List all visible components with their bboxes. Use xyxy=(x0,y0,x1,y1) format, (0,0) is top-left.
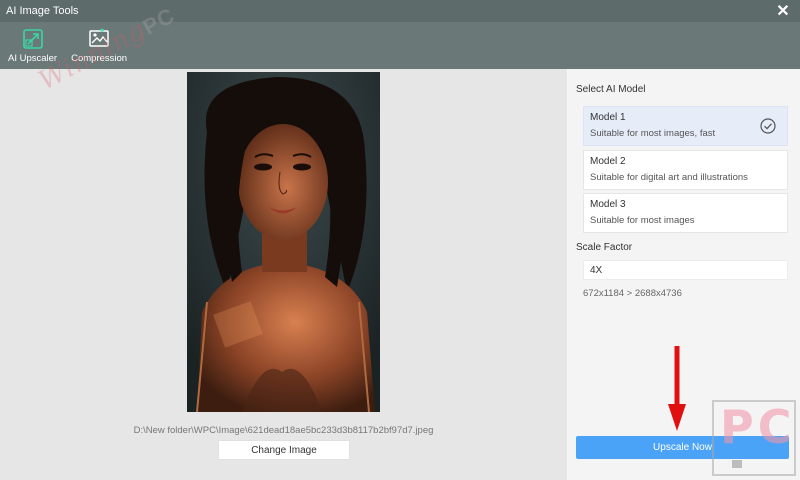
compression-icon xyxy=(89,28,109,47)
window-title: AI Image Tools xyxy=(6,5,79,17)
logo-base xyxy=(732,460,742,468)
tool-compression[interactable]: Compression xyxy=(71,28,127,69)
model-name: Model 3 xyxy=(590,199,626,210)
model-section-title: Select AI Model xyxy=(576,84,646,95)
model-option-1[interactable]: Model 1 Suitable for most images, fast xyxy=(583,106,788,146)
check-circle-icon xyxy=(760,118,776,134)
preview-image xyxy=(187,72,380,412)
title-bar: AI Image Tools ✕ xyxy=(0,0,800,22)
scale-section-title: Scale Factor xyxy=(576,242,633,253)
model-option-2[interactable]: Model 2 Suitable for digital art and ill… xyxy=(583,150,788,190)
tool-label: Compression xyxy=(71,53,128,64)
close-icon[interactable]: ✕ xyxy=(776,3,790,20)
logo-text: PC xyxy=(720,400,796,454)
tool-label: AI Upscaler xyxy=(8,53,58,64)
model-desc: Suitable for most images xyxy=(590,215,695,226)
model-desc: Suitable for most images, fast xyxy=(590,128,716,139)
model-name: Model 1 xyxy=(590,112,626,123)
upscaler-icon xyxy=(22,29,43,49)
logo: PC xyxy=(712,400,796,476)
change-image-button[interactable]: Change Image xyxy=(218,440,350,460)
model-desc: Suitable for digital art and illustratio… xyxy=(590,172,748,183)
resolution-readout: 672x1184 > 2688x4736 xyxy=(583,288,682,299)
file-path: D:\New folder\WPC\Image\621dead18ae5bc23… xyxy=(133,425,434,436)
model-name: Model 2 xyxy=(590,156,626,167)
preview-area: D:\New folder\WPC\Image\621dead18ae5bc23… xyxy=(0,69,567,480)
tool-ai-upscaler[interactable]: AI Upscaler xyxy=(8,28,57,69)
arrow-down-icon xyxy=(668,346,686,431)
scale-factor-select[interactable]: 4X xyxy=(583,260,788,280)
toolbar: AI Upscaler Compression xyxy=(0,22,800,69)
model-option-3[interactable]: Model 3 Suitable for most images xyxy=(583,193,788,233)
